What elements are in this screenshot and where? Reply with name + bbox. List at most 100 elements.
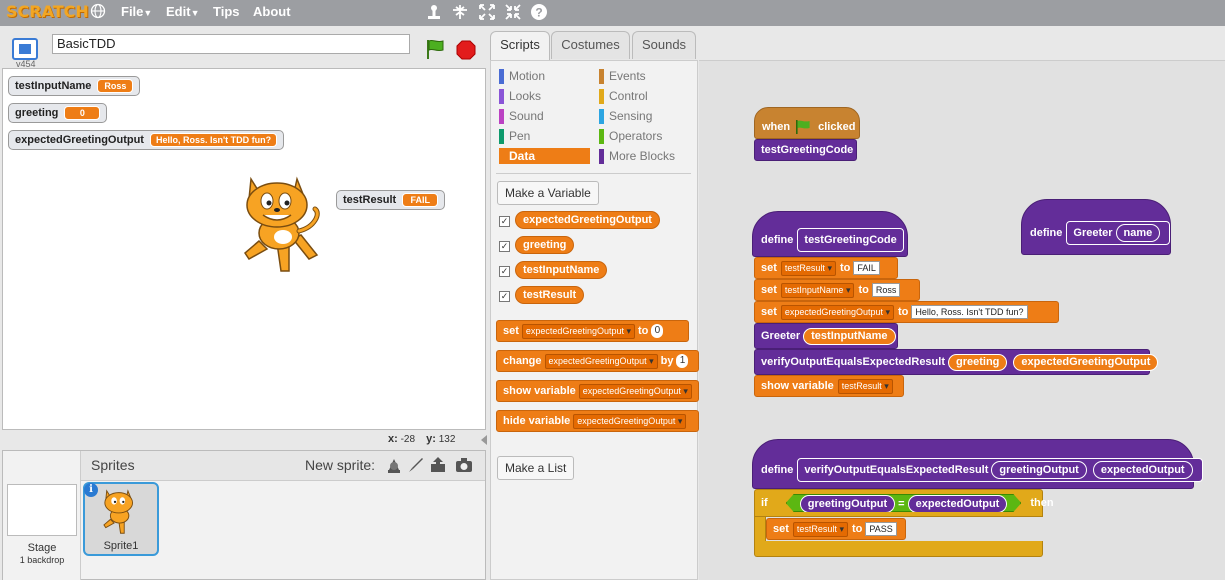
paint-brush-icon[interactable] bbox=[407, 456, 425, 474]
variable-dropdown[interactable]: expectedGreetingOutput bbox=[573, 413, 687, 429]
make-variable-button[interactable]: Make a Variable bbox=[497, 181, 599, 205]
category-data[interactable]: Data bbox=[499, 148, 590, 164]
stage[interactable]: testInputName Ross greeting 0 expectedGr… bbox=[2, 68, 486, 430]
custom-block-prototype[interactable]: verifyOutputEqualsExpectedResult greeting… bbox=[797, 458, 1203, 482]
info-icon[interactable]: i bbox=[84, 483, 98, 497]
value-input[interactable]: Ross bbox=[871, 283, 901, 297]
category-events[interactable]: Events bbox=[599, 68, 646, 84]
block-change-variable[interactable]: changeexpectedGreetingOutputby1 bbox=[496, 350, 699, 372]
block-show-variable-testResult[interactable]: show variable testResult bbox=[754, 375, 904, 397]
variable-monitor-greeting[interactable]: greeting 0 bbox=[8, 103, 108, 123]
menu-tips[interactable]: Tips bbox=[213, 4, 240, 19]
block-set-testInputName[interactable]: settestInputNametoRoss bbox=[754, 279, 920, 301]
block-set-expectedGreetingOutput[interactable]: setexpectedGreetingOutputtoHello, Ross. … bbox=[754, 301, 1059, 323]
checkbox-expectedGreetingOutput[interactable]: ✓ bbox=[499, 216, 510, 227]
operator-equals[interactable]: greetingOutput = expectedOutput bbox=[786, 494, 1022, 512]
tab-sounds[interactable]: Sounds bbox=[632, 31, 696, 59]
category-operators[interactable]: Operators bbox=[599, 128, 662, 144]
custom-block-prototype[interactable]: Greeter name bbox=[1066, 221, 1171, 245]
scripts-area[interactable]: when clicked testGreetingCode define tes… bbox=[699, 60, 1225, 580]
sprites-title: Sprites bbox=[91, 457, 135, 473]
parameter-name[interactable]: name bbox=[1115, 224, 1161, 242]
value-input[interactable]: 0 bbox=[651, 324, 664, 339]
category-control[interactable]: Control bbox=[599, 88, 648, 104]
reporter-testInputName[interactable]: testInputName bbox=[803, 327, 896, 345]
duplicate-icon[interactable] bbox=[425, 3, 443, 21]
cut-icon[interactable] bbox=[451, 3, 469, 21]
variable-dropdown[interactable]: expectedGreetingOutput bbox=[780, 304, 895, 320]
stage-thumbnail[interactable] bbox=[7, 484, 77, 536]
parameter-greetingOutput[interactable]: greetingOutput bbox=[991, 461, 1087, 479]
menu-about[interactable]: About bbox=[253, 4, 291, 19]
category-pen[interactable]: Pen bbox=[499, 128, 530, 144]
camera-icon[interactable] bbox=[455, 456, 473, 474]
presentation-mode-button[interactable] bbox=[12, 38, 38, 60]
collapse-arrow-icon[interactable] bbox=[480, 434, 488, 446]
variable-dropdown[interactable]: expectedGreetingOutput bbox=[544, 353, 658, 369]
variable-monitor-testResult[interactable]: testResult FAIL bbox=[336, 190, 446, 210]
category-more-blocks[interactable]: More Blocks bbox=[599, 148, 675, 164]
variable-dropdown[interactable]: testInputName bbox=[780, 282, 855, 298]
category-motion[interactable]: Motion bbox=[499, 68, 545, 84]
block-call-Greeter[interactable]: Greeter testInputName bbox=[754, 323, 898, 349]
menu-edit[interactable]: Edit▼ bbox=[166, 4, 199, 19]
block-keyword: verifyOutputEqualsExpectedResult bbox=[761, 356, 945, 368]
menu-file[interactable]: File▼ bbox=[121, 4, 152, 19]
value-input[interactable]: PASS bbox=[865, 522, 897, 536]
project-title-input[interactable]: BasicTDD bbox=[52, 34, 410, 54]
sprite-library-icon[interactable] bbox=[385, 456, 403, 474]
reporter-greeting[interactable]: greeting bbox=[515, 236, 575, 254]
variable-dropdown[interactable]: testResult bbox=[837, 378, 893, 394]
block-show-variable[interactable]: show variable expectedGreetingOutput bbox=[496, 380, 699, 402]
variable-dropdown[interactable]: expectedGreetingOutput bbox=[578, 383, 692, 399]
value-input[interactable]: FAIL bbox=[853, 261, 880, 275]
reporter-testResult[interactable]: testResult bbox=[515, 286, 585, 304]
scratch-logo[interactable]: SCRATCH bbox=[6, 2, 89, 21]
block-call-verifyOutputEqualsExpectedResult[interactable]: verifyOutputEqualsExpectedResult greeting… bbox=[754, 349, 1159, 375]
checkbox-greeting[interactable]: ✓ bbox=[499, 241, 510, 252]
green-flag-icon[interactable] bbox=[424, 38, 446, 60]
variable-dropdown[interactable]: testResult bbox=[792, 521, 848, 537]
block-define-verifyOutputEqualsExpectedResult[interactable]: define verifyOutputEqualsExpectedResult g… bbox=[752, 439, 1203, 489]
tab-scripts[interactable]: Scripts bbox=[490, 31, 550, 61]
category-looks[interactable]: Looks bbox=[499, 88, 541, 104]
tab-costumes[interactable]: Costumes bbox=[551, 31, 630, 59]
parameter-greetingOutput[interactable]: greetingOutput bbox=[800, 495, 895, 513]
help-icon[interactable]: ? bbox=[530, 3, 548, 21]
block-set-testResult-pass[interactable]: settestResulttoPASS bbox=[766, 518, 906, 540]
variable-monitor-expectedGreetingOutput[interactable]: expectedGreetingOutput Hello, Ross. Isn'… bbox=[8, 130, 285, 150]
sprite-tile-sprite1[interactable]: i Sprite1 bbox=[83, 482, 159, 556]
make-list-button[interactable]: Make a List bbox=[497, 456, 575, 480]
block-define-Greeter[interactable]: define Greeter name bbox=[1021, 199, 1171, 255]
block-set-testResult[interactable]: settestResulttoFAIL bbox=[754, 257, 898, 279]
globe-icon[interactable] bbox=[90, 3, 106, 19]
block-define-testGreetingCode[interactable]: define testGreetingCode bbox=[752, 211, 908, 257]
parameter-expectedOutput[interactable]: expectedOutput bbox=[908, 495, 1008, 513]
block-call-testGreetingCode[interactable]: testGreetingCode bbox=[754, 139, 857, 161]
variable-dropdown[interactable]: expectedGreetingOutput bbox=[521, 323, 636, 339]
shrink-icon[interactable] bbox=[504, 3, 522, 21]
category-sound[interactable]: Sound bbox=[499, 108, 544, 124]
variable-monitor-testInputName[interactable]: testInputName Ross bbox=[8, 76, 141, 96]
sprite-cat-image[interactable] bbox=[237, 173, 327, 277]
variable-dropdown[interactable]: testResult bbox=[780, 260, 836, 276]
reporter-testInputName[interactable]: testInputName bbox=[515, 261, 608, 279]
checkbox-testInputName[interactable]: ✓ bbox=[499, 266, 510, 277]
upload-icon[interactable] bbox=[429, 456, 447, 474]
value-input[interactable]: Hello, Ross. Isn't TDD fun? bbox=[911, 305, 1028, 319]
grow-icon[interactable] bbox=[478, 3, 496, 21]
block-hide-variable[interactable]: hide variable expectedGreetingOutput bbox=[496, 410, 699, 432]
reporter-expectedGreetingOutput[interactable]: expectedGreetingOutput bbox=[1013, 353, 1159, 371]
reporter-greeting[interactable]: greeting bbox=[948, 353, 1008, 371]
reporter-expectedGreetingOutput[interactable]: expectedGreetingOutput bbox=[515, 211, 660, 229]
value-input[interactable]: 1 bbox=[676, 354, 689, 369]
block-when-flag-clicked[interactable]: when clicked bbox=[754, 107, 860, 139]
checkbox-testResult[interactable]: ✓ bbox=[499, 291, 510, 302]
custom-block-prototype[interactable]: testGreetingCode bbox=[797, 228, 904, 252]
block-if-then[interactable]: if greetingOutput = expectedOutput then bbox=[754, 489, 1054, 517]
stage-selector[interactable]: Stage 1 backdrop bbox=[3, 451, 81, 580]
parameter-expectedOutput[interactable]: expectedOutput bbox=[1092, 461, 1193, 479]
block-set-variable[interactable]: setexpectedGreetingOutputto0 bbox=[496, 320, 689, 342]
stop-icon[interactable] bbox=[456, 40, 476, 60]
category-sensing[interactable]: Sensing bbox=[599, 108, 652, 124]
